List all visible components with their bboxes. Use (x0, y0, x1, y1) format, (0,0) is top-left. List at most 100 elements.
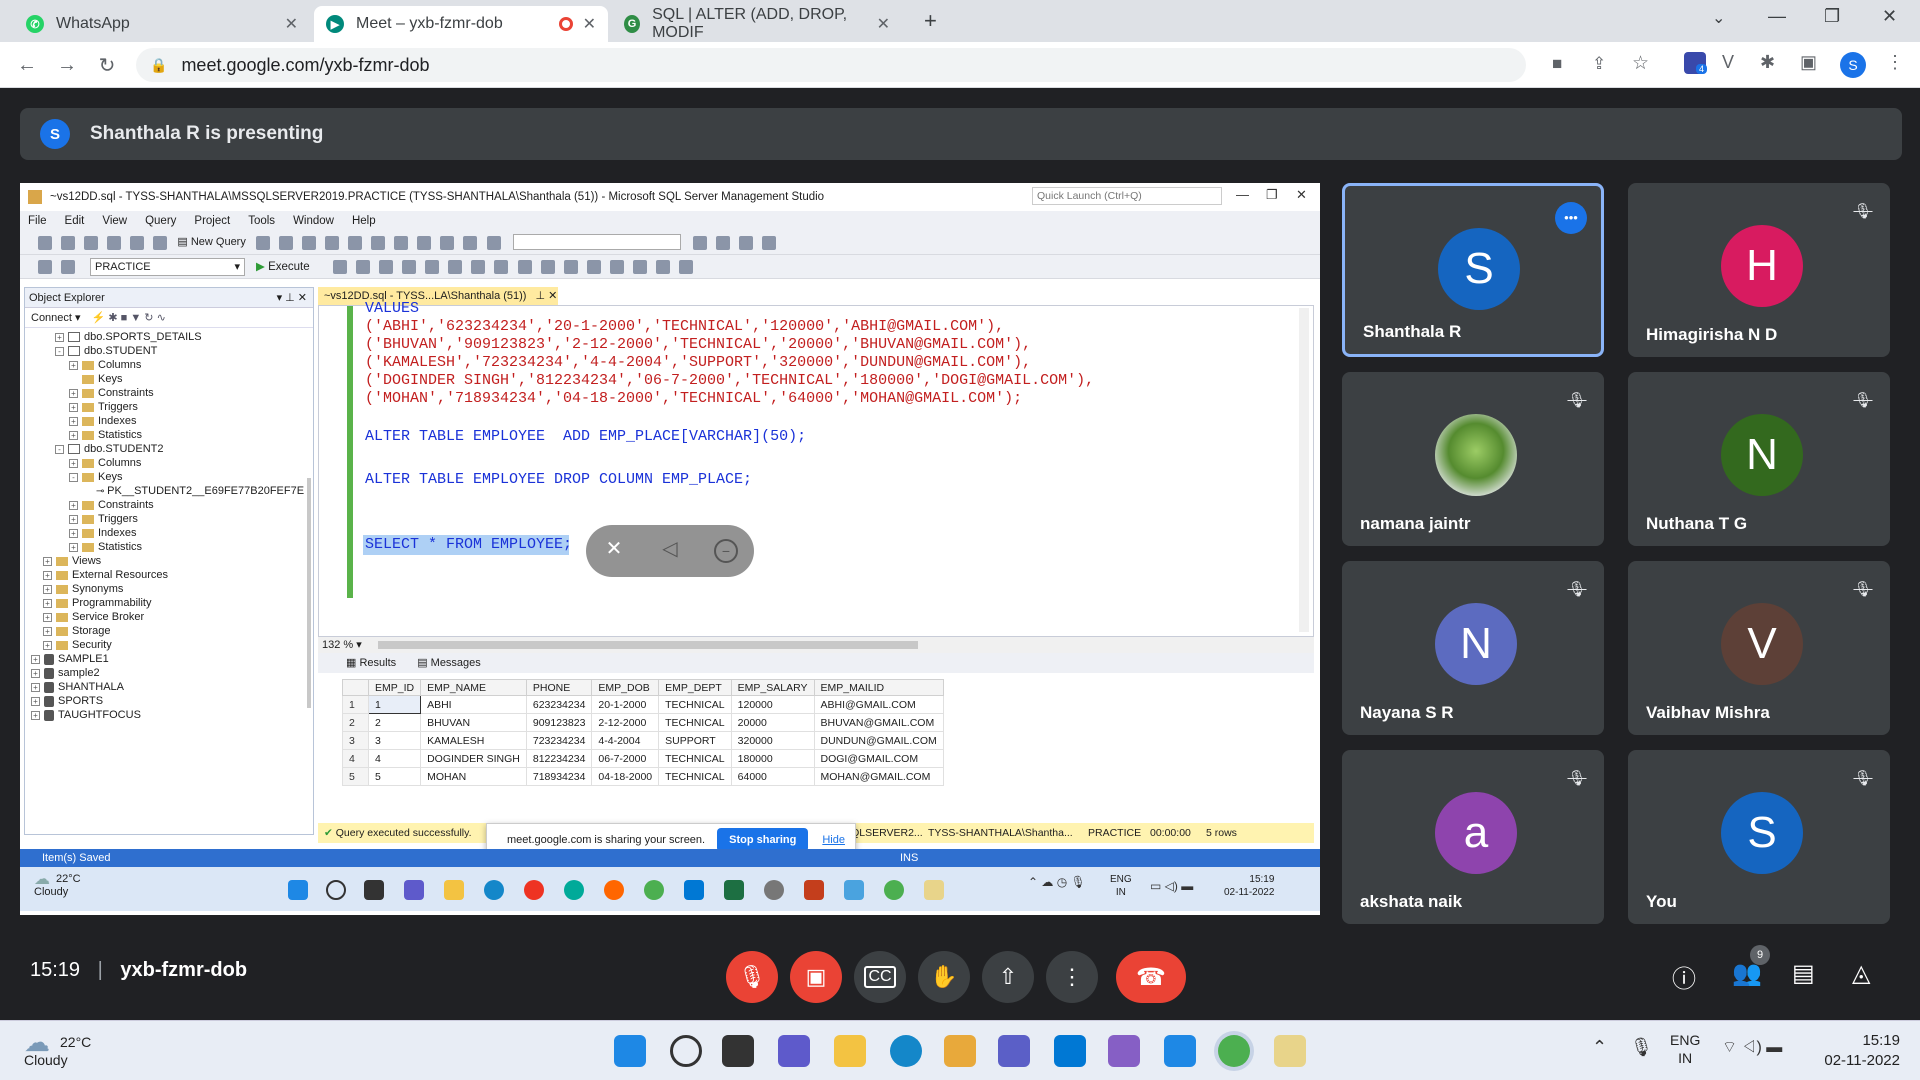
file-explorer-icon[interactable] (444, 880, 464, 900)
mdx-icon[interactable] (255, 236, 270, 250)
new-query-button[interactable]: ▤ New Query (177, 235, 245, 248)
close-window-icon[interactable]: ✕ (1882, 6, 1897, 27)
column-header[interactable]: EMP_NAME (420, 679, 527, 696)
table-cell[interactable]: MOHAN (420, 767, 527, 786)
ssms-minimize-icon[interactable]: — (1236, 187, 1249, 202)
table-cell[interactable]: 04-18-2000 (591, 767, 660, 786)
table-row[interactable]: 1 1 ABHI 623234234 20-1-2000 TECHNICAL 120000 A… (342, 695, 944, 714)
tree-node[interactable]: ⊸ PK__STUDENT2__E69FE77B20FEF7E (83, 484, 304, 499)
tab-meet[interactable]: ▶ Meet – yxb-fzmr-dob ✕ (314, 6, 608, 42)
undo-icon[interactable] (417, 236, 432, 250)
connect-icon[interactable] (38, 260, 52, 274)
specify-values-icon[interactable] (678, 260, 693, 274)
tree-node[interactable]: + Triggers (69, 400, 138, 414)
shared-screen[interactable]: ~vs12DD.sql - TYSS-SHANTHALA\MSSQLSERVER… (20, 183, 1320, 915)
column-header[interactable]: PHONE (525, 679, 593, 696)
tray-chevron-icon[interactable]: ⌃ (1592, 1037, 1607, 1058)
wifi-sound-battery-icons[interactable]: ⌔ ◁) ▬ (1722, 1037, 1782, 1057)
zoom-level[interactable]: 132 % (322, 639, 353, 651)
expand-icon[interactable]: + (31, 668, 40, 678)
dmx-icon[interactable] (278, 236, 293, 250)
expand-icon[interactable]: + (31, 682, 40, 692)
chrome-profile-icon[interactable] (884, 880, 904, 900)
wrench-icon[interactable] (715, 236, 730, 250)
table-cell[interactable]: KAMALESH (420, 731, 527, 750)
document-tab[interactable]: ~vs12DD.sql - TYSS...LA\Shanthala (51)) … (318, 287, 558, 305)
table-cell[interactable]: SUPPORT (658, 731, 732, 750)
hide-button[interactable]: Hide (822, 834, 845, 846)
plan-icon[interactable] (379, 260, 394, 274)
meeting-details-icon[interactable]: ⓘ (1672, 959, 1696, 994)
extension-icon[interactable]: 4 (1684, 52, 1708, 74)
profile-avatar[interactable]: S (1840, 52, 1866, 78)
column-header[interactable]: EMP_MAILID (813, 679, 944, 696)
menu-window[interactable]: Window (293, 215, 334, 227)
settings-icon[interactable] (764, 880, 784, 900)
table-row[interactable]: 2 2 BHUVAN 909123823 2-12-2000 TECHNICAL 20000… (342, 713, 944, 732)
table-cell[interactable]: 718934234 (525, 767, 593, 786)
participant-tile[interactable]: S Shanthala R ••• (1342, 183, 1604, 357)
expand-icon[interactable]: + (69, 402, 78, 412)
tree-node[interactable]: - dbo.STUDENT2 (55, 442, 163, 456)
expand-icon[interactable]: + (43, 626, 52, 636)
ssms-taskbar-icon[interactable] (1274, 1035, 1306, 1067)
table-cell[interactable]: ABHI@GMAIL.COM (813, 695, 944, 714)
row-number[interactable]: 4 (342, 749, 369, 768)
present-button[interactable]: ⇧ (982, 951, 1034, 1003)
table-cell[interactable]: 4-4-2004 (591, 731, 660, 750)
table-cell[interactable]: 4 (367, 749, 422, 768)
table-cell[interactable]: 20000 (730, 713, 815, 732)
raise-hand-button[interactable]: ✋ (918, 951, 970, 1003)
table-cell[interactable]: MOHAN@GMAIL.COM (813, 767, 944, 786)
menu-query[interactable]: Query (145, 215, 176, 227)
solution-icon[interactable] (463, 236, 478, 250)
results-text-icon[interactable] (517, 260, 532, 274)
table-cell[interactable]: 1 (367, 695, 422, 714)
table-cell[interactable]: ABHI (420, 695, 527, 714)
back-icon[interactable]: ← (12, 50, 42, 80)
participant-tile[interactable]: N Nayana S R 🎙 (1342, 561, 1604, 735)
table-cell[interactable]: TECHNICAL (658, 695, 732, 714)
tree-node[interactable]: + SHANTHALA (31, 680, 124, 694)
tree-node[interactable]: + Indexes (69, 526, 137, 540)
expand-icon[interactable]: + (43, 640, 52, 650)
side-panel-icon[interactable]: ▣ (1800, 52, 1817, 73)
tree-node[interactable]: + Views (43, 554, 101, 568)
collapse-icon[interactable]: - (55, 444, 64, 454)
tree-node[interactable]: + SPORTS (31, 694, 103, 708)
shared-lang[interactable]: ENG IN (1110, 873, 1132, 899)
expand-icon[interactable]: + (31, 654, 40, 664)
table-cell[interactable]: 723234234 (525, 731, 593, 750)
uncomment-icon[interactable] (609, 260, 624, 274)
tree-node[interactable]: + Columns (69, 358, 141, 372)
cut-icon[interactable] (348, 236, 363, 250)
task-view-icon[interactable] (722, 1035, 754, 1067)
tree-scrollbar[interactable] (307, 478, 311, 708)
tree-node[interactable]: + Security (43, 638, 112, 652)
tree-node[interactable]: + Statistics (69, 540, 142, 554)
network-icon[interactable] (844, 880, 864, 900)
language-indicator[interactable]: ENG IN (1670, 1031, 1700, 1067)
table-cell[interactable]: 64000 (730, 767, 815, 786)
participant-tile[interactable]: H Himagirisha N D 🎙 (1628, 183, 1890, 357)
chrome-icon[interactable] (1218, 1035, 1250, 1067)
expand-icon[interactable]: + (43, 584, 52, 594)
firefox-icon[interactable] (604, 880, 624, 900)
tree-node[interactable]: + Programmability (43, 596, 151, 610)
vscode-icon[interactable] (684, 880, 704, 900)
vscode-icon[interactable] (1054, 1035, 1086, 1067)
participant-tile[interactable]: V Vaibhav Mishra 🎙 (1628, 561, 1890, 735)
parse-icon[interactable] (356, 260, 371, 274)
open-icon[interactable] (107, 236, 122, 250)
mute-icon[interactable]: ◁ (658, 539, 682, 563)
participant-tile[interactable]: a akshata naik 🎙 (1342, 750, 1604, 924)
expand-icon[interactable]: + (43, 612, 52, 622)
tree-node[interactable]: + Statistics (69, 428, 142, 442)
tree-node[interactable]: + External Resources (43, 568, 168, 582)
expand-icon[interactable]: + (69, 360, 78, 370)
intellisense-icon[interactable] (425, 260, 440, 274)
tree-node[interactable]: + Columns (69, 456, 141, 470)
table-cell[interactable]: DOGINDER SINGH (420, 749, 527, 768)
maximize-icon[interactable]: ❐ (1824, 6, 1840, 27)
editor-hscrollbar[interactable] (378, 641, 918, 649)
